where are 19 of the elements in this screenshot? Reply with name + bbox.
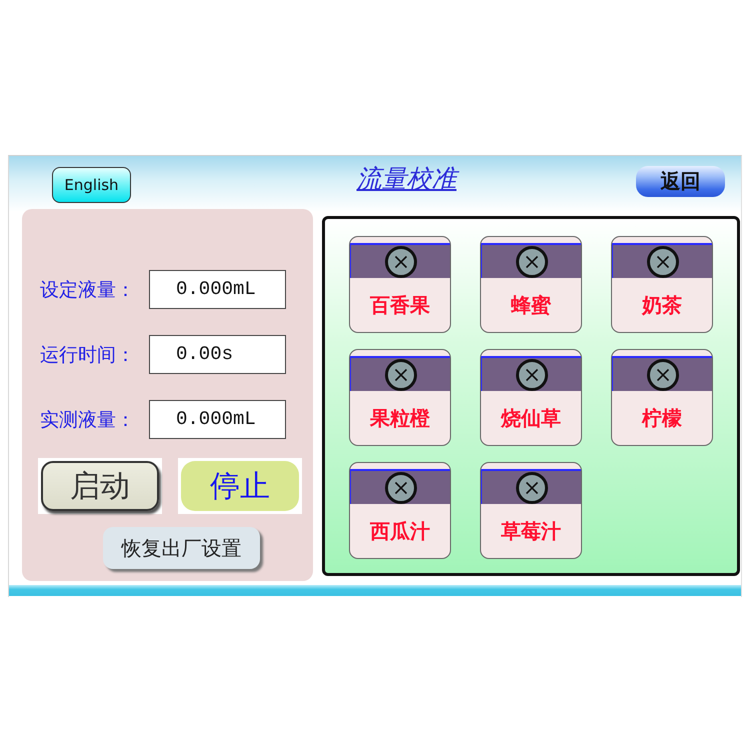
value-field[interactable]: 0.00s (149, 335, 286, 374)
start-button[interactable]: 启动 (38, 458, 162, 514)
field-label: 实测液量： (39, 408, 136, 432)
factory-reset-button[interactable]: 恢复出厂设置 (103, 527, 260, 569)
circled-x-icon (516, 246, 548, 278)
circled-x-icon (516, 472, 548, 504)
field-label: 运行时间： (39, 342, 136, 368)
value-field[interactable]: 0.000mL (149, 400, 286, 439)
back-button[interactable]: 返回 (636, 166, 725, 197)
value-field[interactable]: 0.000mL (149, 270, 286, 309)
circled-x-icon (384, 358, 416, 390)
stop-button[interactable]: 停止 (178, 458, 302, 514)
circled-x-icon (384, 246, 416, 278)
circled-x-icon (516, 358, 548, 390)
circled-x-icon (384, 472, 416, 504)
circled-x-icon (646, 358, 678, 390)
field-label: 设定液量： (39, 278, 136, 302)
language-button[interactable]: English (52, 167, 131, 203)
circled-x-icon (646, 246, 678, 278)
